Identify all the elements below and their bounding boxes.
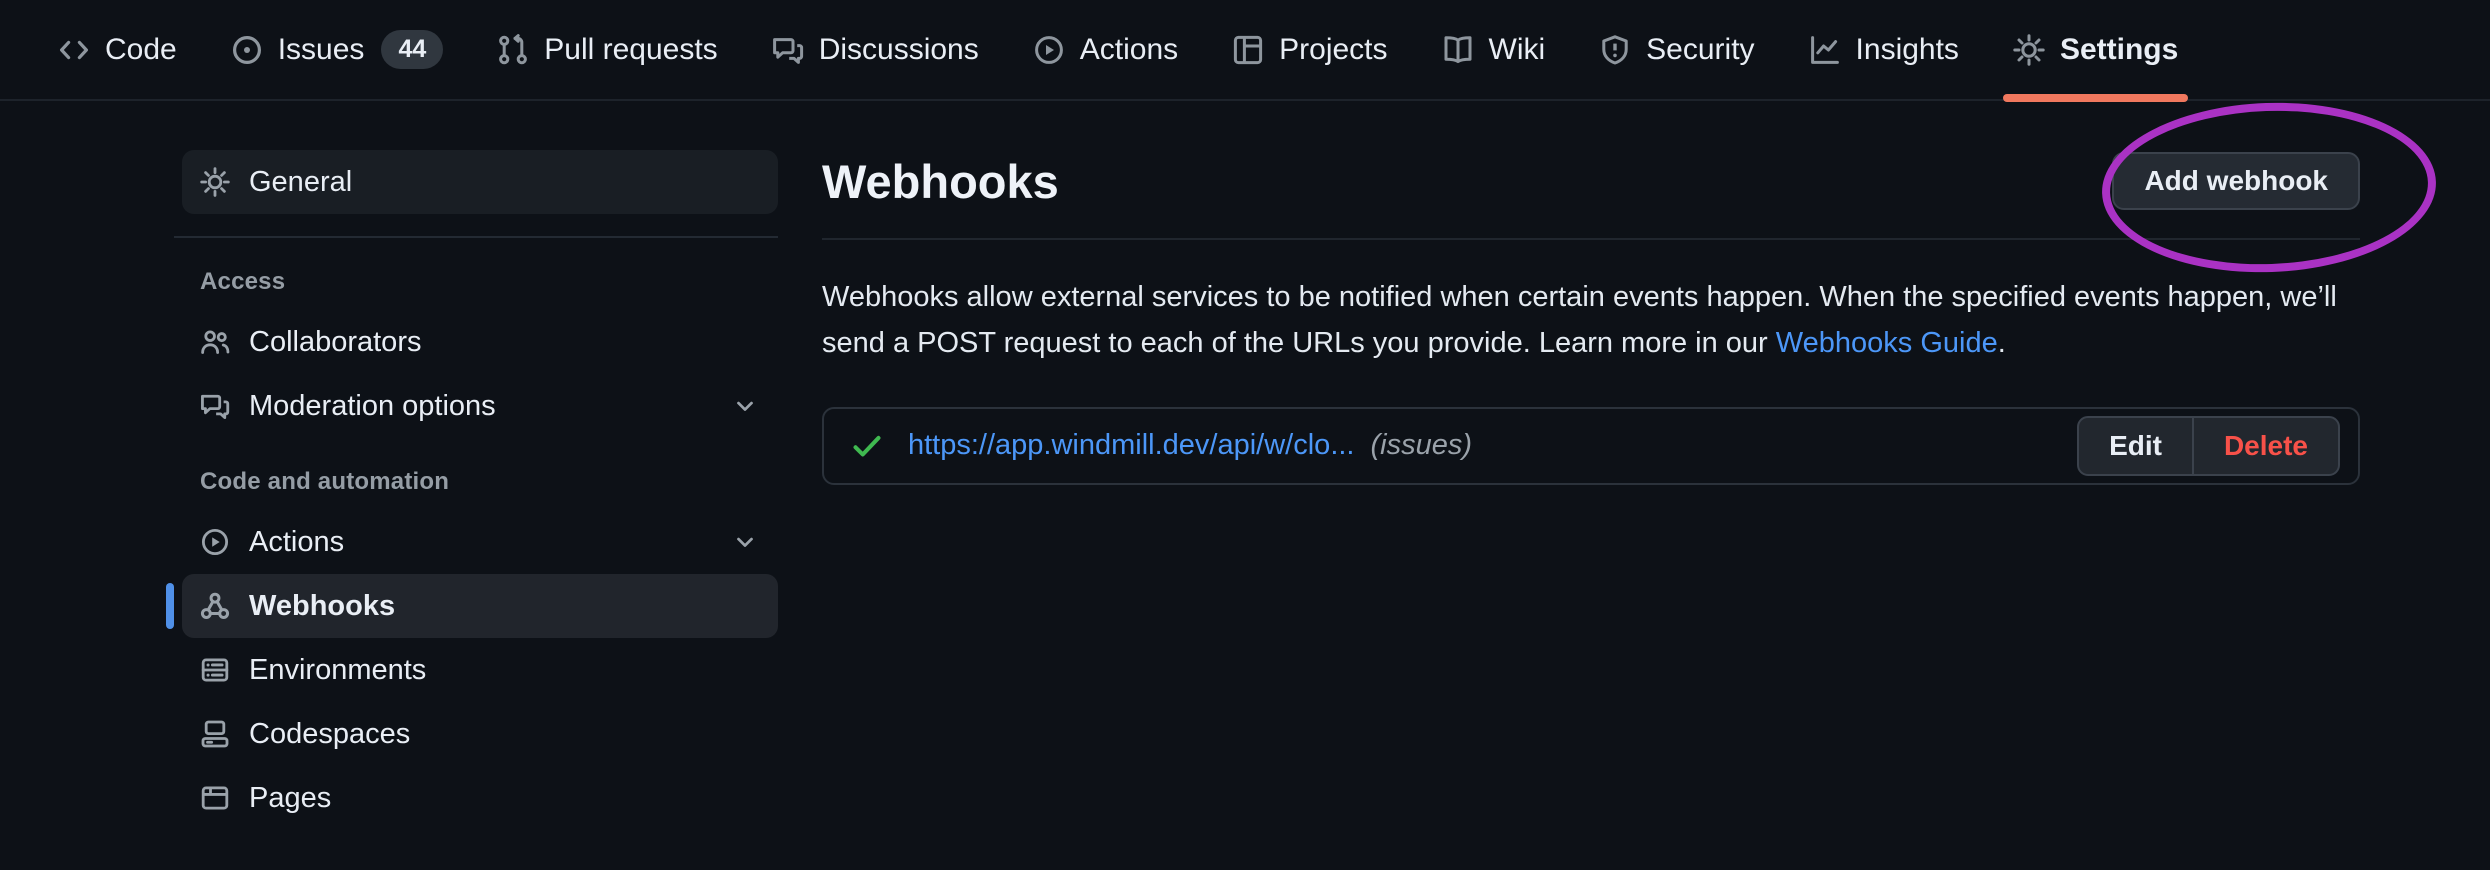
sidebar-item-webhooks[interactable]: Webhooks [182,574,778,638]
add-webhook-button[interactable]: Add webhook [2112,152,2360,210]
description-period: . [1998,327,2006,359]
sidebar-item-pages[interactable]: Pages [182,766,778,830]
table-icon [1232,34,1264,66]
play-icon [200,527,230,557]
sidebar-item-label: Moderation options [249,390,496,423]
webhooks-panel: Webhooks Add webhook Webhooks allow exte… [822,152,2360,485]
webhook-events: (issues) [1370,429,1472,462]
tab-insights[interactable]: Insights [1795,0,1973,99]
tab-security[interactable]: Security [1585,0,1768,99]
tab-label: Insights [1856,33,1959,67]
server-icon [200,655,230,685]
delete-webhook-button[interactable]: Delete [2192,418,2338,474]
gear-icon [2013,34,2045,66]
tab-label: Actions [1080,33,1178,67]
chevron-down-icon [732,529,758,555]
webhooks-description: Webhooks allow external services to be n… [822,274,2360,367]
chevron-down-icon [732,393,758,419]
tab-discussions[interactable]: Discussions [758,0,993,99]
tab-label: Code [105,33,177,67]
codespaces-icon [200,719,230,749]
tab-label: Wiki [1489,33,1546,67]
sidebar-section-access: Access [200,268,778,296]
gear-icon [200,167,230,197]
webhook-url-link[interactable]: https://app.windmill.dev/api/w/clo... [908,429,1354,462]
tab-actions[interactable]: Actions [1019,0,1192,99]
tab-pull-requests[interactable]: Pull requests [483,0,731,99]
tab-issues[interactable]: Issues 44 [217,0,458,99]
sidebar-item-environments[interactable]: Environments [182,638,778,702]
tab-label: Pull requests [544,33,717,67]
sidebar-item-actions[interactable]: Actions [182,510,778,574]
sidebar-section-code-automation: Code and automation [200,468,778,496]
description-text: Webhooks allow external services to be n… [822,281,2337,359]
comment-discussion-icon [200,391,230,421]
sidebar-divider [174,236,778,238]
sidebar-item-label: Collaborators [249,326,421,359]
sidebar-item-codespaces[interactable]: Codespaces [182,702,778,766]
sidebar-item-moderation-options[interactable]: Moderation options [182,374,778,438]
sidebar-item-label: General [249,166,352,199]
tab-label: Security [1646,33,1754,67]
tab-label: Settings [2060,33,2178,67]
graph-icon [1809,34,1841,66]
settings-sidebar: General Access Collaborators Moderation … [166,150,778,830]
tab-label: Issues [278,33,365,67]
browser-icon [200,783,230,813]
tab-settings[interactable]: Settings [1999,0,2192,99]
webhook-row: https://app.windmill.dev/api/w/clo... (i… [822,407,2360,485]
book-icon [1442,34,1474,66]
sidebar-item-general[interactable]: General [182,150,778,214]
sidebar-item-label: Actions [249,526,344,559]
tab-wiki[interactable]: Wiki [1428,0,1560,99]
sidebar-item-collaborators[interactable]: Collaborators [182,310,778,374]
page-title: Webhooks [822,154,1059,209]
github-settings-webhooks-page: Code Issues 44 Pull requests Discussions [0,0,2490,870]
git-pull-request-icon [497,34,529,66]
sidebar-item-label: Pages [249,782,331,815]
webhooks-guide-link[interactable]: Webhooks Guide [1776,327,1998,359]
sidebar-item-label: Environments [249,654,426,687]
webhooks-header: Webhooks Add webhook [822,152,2360,240]
issue-opened-icon [231,34,263,66]
sidebar-item-label: Webhooks [249,590,395,623]
sidebar-item-label: Codespaces [249,718,410,751]
webhook-success-icon [850,429,884,463]
code-icon [58,34,90,66]
webhook-icon [200,591,230,621]
repo-tab-nav: Code Issues 44 Pull requests Discussions [0,0,2490,101]
webhook-actions-group: Edit Delete [2077,416,2340,476]
issues-count-badge: 44 [381,30,443,69]
people-icon [200,327,230,357]
shield-icon [1599,34,1631,66]
tab-label: Discussions [819,33,979,67]
tab-projects[interactable]: Projects [1218,0,1401,99]
play-icon [1033,34,1065,66]
tab-code[interactable]: Code [44,0,191,99]
edit-webhook-button[interactable]: Edit [2079,418,2192,474]
tab-label: Projects [1279,33,1387,67]
comment-discussion-icon [772,34,804,66]
